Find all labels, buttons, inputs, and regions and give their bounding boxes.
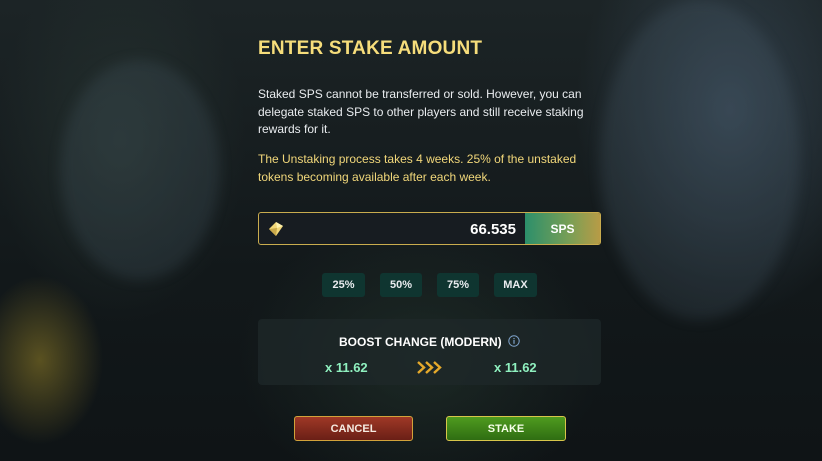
- boost-change-panel: [258, 319, 601, 385]
- stake-button[interactable]: STAKE: [446, 416, 566, 441]
- current-boost-value: x 11.62: [325, 360, 368, 375]
- sps-token-icon: [269, 222, 283, 236]
- dialog-title: ENTER STAKE AMOUNT: [258, 38, 483, 59]
- new-boost-value: x 11.62: [494, 360, 537, 375]
- cancel-button[interactable]: CANCEL: [294, 416, 413, 441]
- staking-description: Staked SPS cannot be transferred or sold…: [258, 87, 584, 136]
- boost-change-title: BOOST CHANGE (MODERN): [339, 335, 502, 349]
- percent-75-button[interactable]: 75%: [437, 273, 479, 297]
- percent-50-button[interactable]: 50%: [380, 273, 422, 297]
- stake-amount-field[interactable]: 66.535 SPS: [258, 212, 601, 245]
- percent-25-button[interactable]: 25%: [322, 273, 365, 297]
- stake-dialog: ENTER STAKE AMOUNT Staked SPS cannot be …: [0, 0, 822, 461]
- info-icon[interactable]: [508, 335, 520, 347]
- stake-amount-value[interactable]: 66.535: [470, 221, 516, 238]
- currency-label: SPS: [525, 213, 600, 244]
- triple-chevron-right-icon: [417, 361, 442, 374]
- max-button[interactable]: MAX: [494, 273, 537, 297]
- unstaking-note: The Unstaking process takes 4 weeks. 25%…: [258, 152, 577, 184]
